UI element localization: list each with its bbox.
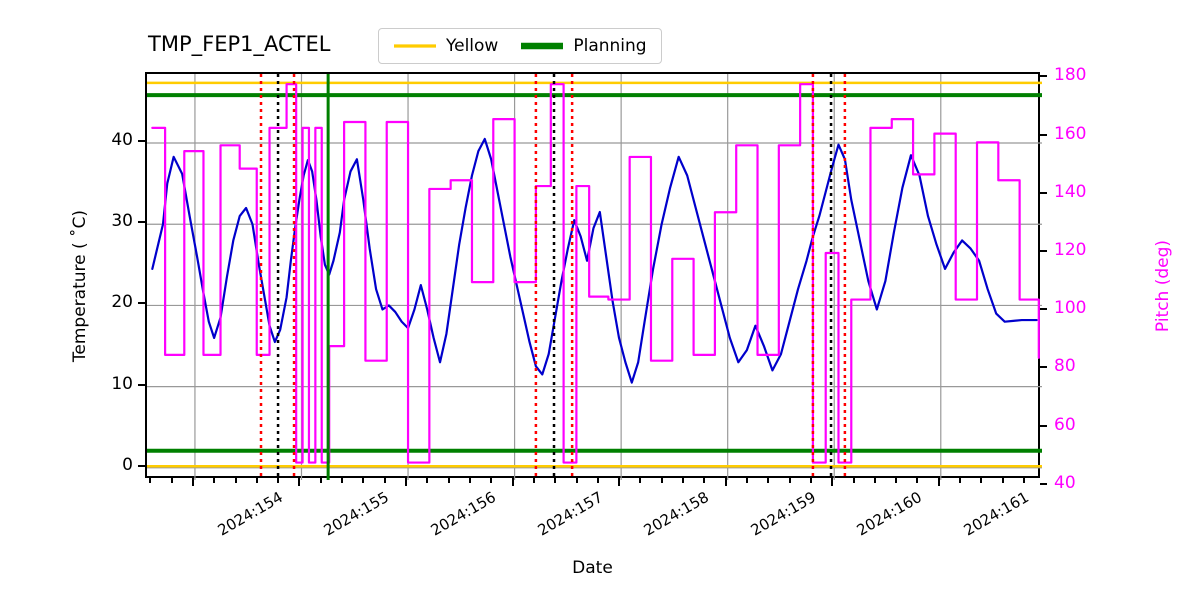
x-tick-mark-minor <box>341 478 344 483</box>
y-tick-mark-left <box>138 302 145 305</box>
legend-item-yellow[interactable]: Yellow <box>393 36 498 56</box>
x-tick-mark-minor <box>1001 478 1004 483</box>
y-axis-label-left: Temperature ( ˚C) <box>70 209 90 363</box>
y-tick-label-right: 60 <box>1054 414 1076 435</box>
y-tick-mark-right <box>1040 366 1047 369</box>
x-tick-mark-minor <box>980 478 983 483</box>
y-tick-mark-left <box>138 140 145 143</box>
y-tick-mark-right <box>1040 75 1047 78</box>
x-tick-mark-minor <box>852 478 855 483</box>
y-tick-label-right: 140 <box>1054 181 1087 202</box>
x-tick-mark-minor <box>234 478 237 483</box>
x-tick-mark-major <box>511 478 514 486</box>
y-tick-mark-left <box>138 221 145 224</box>
x-tick-mark-minor <box>149 478 152 483</box>
x-tick-mark-minor <box>596 478 599 483</box>
x-tick-label: 2024:160 <box>853 488 926 540</box>
x-tick-mark-minor <box>554 478 557 483</box>
x-tick-mark-minor <box>682 478 685 483</box>
x-tick-mark-major <box>937 478 940 486</box>
x-axis-label: Date <box>572 558 613 578</box>
x-tick-mark-minor <box>383 478 386 483</box>
y-axis-label-right: Pitch (deg) <box>1153 239 1173 333</box>
y-tick-mark-left <box>138 383 145 386</box>
x-tick-mark-minor <box>660 478 663 483</box>
x-tick-mark-minor <box>213 478 216 483</box>
y-tick-label-right: 40 <box>1054 472 1076 493</box>
x-tick-mark-minor <box>490 478 493 483</box>
x-tick-mark-minor <box>809 478 812 483</box>
y-tick-mark-right <box>1040 424 1047 427</box>
x-tick-mark-major <box>405 478 408 486</box>
plot-area <box>145 72 1042 480</box>
x-tick-mark-major <box>298 478 301 486</box>
y-tick-label-right: 100 <box>1054 298 1087 319</box>
x-tick-mark-minor <box>767 478 770 483</box>
x-tick-mark-minor <box>639 478 642 483</box>
x-tick-mark-minor <box>319 478 322 483</box>
y-tick-mark-right <box>1040 133 1047 136</box>
legend-line-icon-yellow <box>394 44 436 48</box>
y-tick-label-right: 160 <box>1054 123 1087 144</box>
legend-label: Yellow <box>446 36 499 56</box>
x-tick-mark-minor <box>916 478 919 483</box>
y-tick-mark-right <box>1040 308 1047 311</box>
legend-line-icon-planning <box>521 42 564 50</box>
x-tick-mark-minor <box>575 478 578 483</box>
y-tick-mark-right <box>1040 249 1047 252</box>
x-tick-mark-major <box>831 478 834 486</box>
x-tick-mark-minor <box>959 478 962 483</box>
y-tick-label-left: 40 <box>111 130 133 151</box>
y-tick-label-left: 10 <box>111 373 133 394</box>
y-tick-mark-left <box>138 464 145 467</box>
y-tick-label-left: 30 <box>111 211 133 232</box>
y-tick-mark-right <box>1040 191 1047 194</box>
x-tick-mark-minor <box>788 478 791 483</box>
legend: Yellow Planning <box>378 28 662 64</box>
y-tick-label-right: 80 <box>1054 356 1076 377</box>
x-tick-mark-minor <box>362 478 365 483</box>
x-tick-label: 2024:155 <box>321 488 393 540</box>
x-tick-mark-major <box>191 478 194 486</box>
figure: TMP_FEP1_ACTEL Yellow Planning Temperatu… <box>0 0 1200 600</box>
chart-title: TMP_FEP1_ACTEL <box>148 32 331 56</box>
x-tick-mark-minor <box>745 478 748 483</box>
x-tick-mark-minor <box>1023 478 1026 483</box>
x-tick-mark-major <box>724 478 727 486</box>
x-tick-label: 2024:159 <box>747 488 819 540</box>
x-tick-mark-minor <box>426 478 429 483</box>
x-tick-mark-minor <box>703 478 706 483</box>
x-tick-mark-minor <box>532 478 535 483</box>
x-tick-mark-minor <box>277 478 280 483</box>
x-tick-label: 2024:161 <box>960 488 1032 540</box>
y-tick-label-right: 180 <box>1054 65 1087 86</box>
x-tick-label: 2024:157 <box>534 488 606 540</box>
x-tick-mark-minor <box>468 478 471 483</box>
legend-label: Planning <box>573 36 647 56</box>
legend-item-planning[interactable]: Planning <box>520 36 647 56</box>
x-tick-label: 2024:154 <box>214 488 286 540</box>
y-tick-label-left: 0 <box>122 454 133 475</box>
y-tick-label-left: 20 <box>111 292 133 313</box>
data-layer <box>147 74 1042 480</box>
x-tick-mark-major <box>618 478 621 486</box>
y-tick-mark-right <box>1040 482 1047 485</box>
x-tick-mark-minor <box>447 478 450 483</box>
x-tick-label: 2024:156 <box>427 488 499 540</box>
x-tick-mark-minor <box>873 478 876 483</box>
x-tick-mark-minor <box>255 478 258 483</box>
y-tick-label-right: 120 <box>1054 239 1087 260</box>
x-tick-label: 2024:158 <box>640 488 712 540</box>
x-tick-mark-minor <box>170 478 173 483</box>
x-tick-mark-minor <box>895 478 898 483</box>
